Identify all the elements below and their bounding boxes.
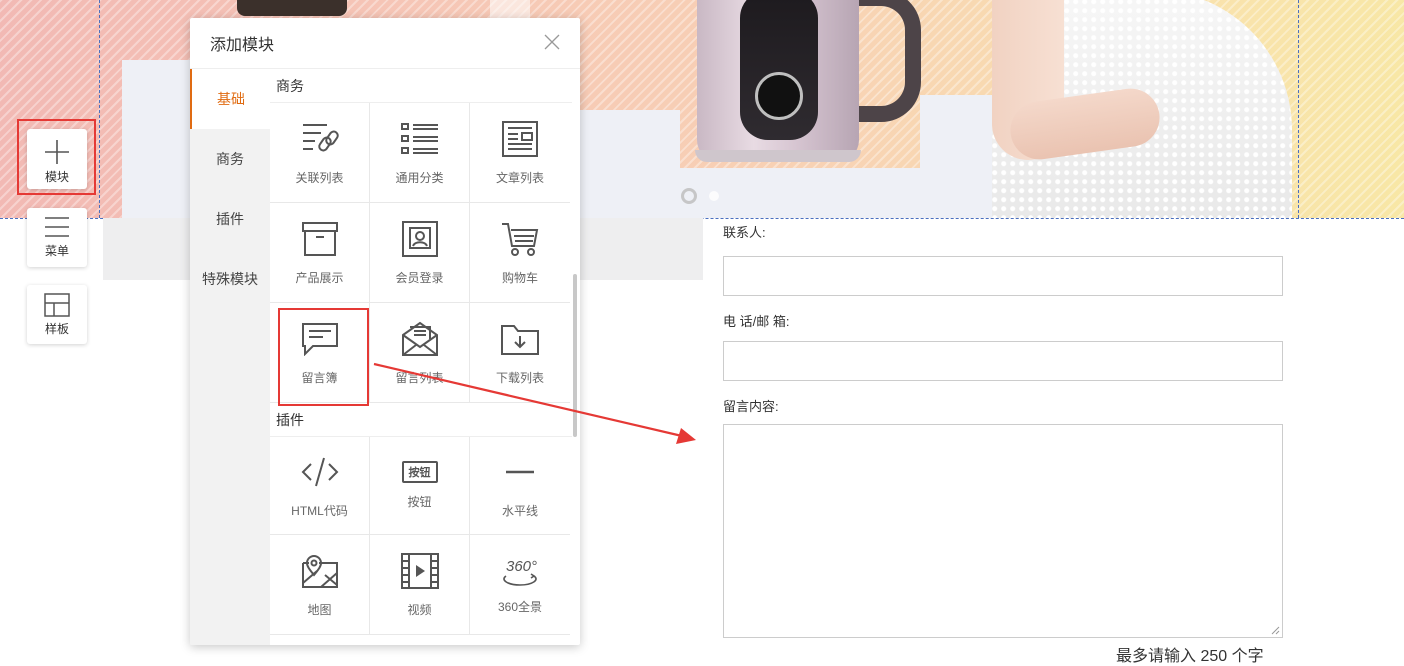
product-box-icon <box>300 219 340 259</box>
module-label: 产品展示 <box>295 271 344 285</box>
template-icon <box>44 293 70 317</box>
module-label: 下载列表 <box>495 371 544 385</box>
module-horizontal-line[interactable]: 水平线 <box>470 437 570 535</box>
tab-special-modules[interactable]: 特殊模块 <box>190 249 270 309</box>
scrollbar[interactable] <box>573 274 577 437</box>
module-label: 按钮 <box>407 495 432 509</box>
horizontal-line-icon <box>500 452 540 492</box>
toolbar-template-button[interactable]: 样板 <box>27 285 87 344</box>
module-member-login[interactable]: 会员登录 <box>370 203 470 303</box>
guide-line <box>1298 0 1299 218</box>
module-html-code[interactable]: HTML代码 <box>270 437 370 535</box>
phone-email-input[interactable] <box>723 341 1283 381</box>
module-label: 视频 <box>407 603 432 617</box>
toolbar-menu-label: 菜单 <box>44 244 69 258</box>
module-linked-list[interactable]: 关联列表 <box>270 103 370 203</box>
category-list-icon <box>400 119 440 159</box>
module-product-display[interactable]: 产品展示 <box>270 203 370 303</box>
module-download-list[interactable]: 下载列表 <box>470 303 570 403</box>
code-icon <box>300 452 340 492</box>
char-limit-hint: 最多请输入 250 个字 <box>1116 648 1264 665</box>
module-label: 水平线 <box>501 504 538 518</box>
video-icon <box>400 551 440 591</box>
module-label: 留言列表 <box>395 371 444 385</box>
menu-lines-icon <box>44 215 70 239</box>
module-shopping-cart[interactable]: 购物车 <box>470 203 570 303</box>
dialog-header: 添加模块 <box>190 18 580 69</box>
module-label: 通用分类 <box>395 171 444 185</box>
toolbar-template-label: 样板 <box>44 322 69 336</box>
module-label: 会员登录 <box>395 271 444 285</box>
module-category-list[interactable]: 通用分类 <box>370 103 470 203</box>
kettle-knob <box>755 72 803 120</box>
highlight-box <box>278 308 369 406</box>
carousel-dot-active[interactable] <box>681 188 697 204</box>
contact-label: 联系人: <box>723 225 766 240</box>
panorama-360-icon: 360° <box>500 554 540 588</box>
carousel-dot[interactable] <box>709 191 719 201</box>
message-textarea[interactable] <box>723 424 1283 638</box>
banner-cup <box>237 0 347 16</box>
map-icon <box>300 551 340 591</box>
linked-list-icon <box>300 119 340 159</box>
member-login-icon <box>400 219 440 259</box>
kettle-base <box>695 150 861 162</box>
close-icon[interactable] <box>542 32 562 52</box>
module-label: 购物车 <box>501 271 538 285</box>
dialog-sidebar: 基础 商务 插件 特殊模块 <box>190 69 270 645</box>
tab-basic[interactable]: 基础 <box>190 69 270 129</box>
contact-input[interactable] <box>723 256 1283 296</box>
module-video[interactable]: 视频 <box>370 535 470 635</box>
toolbar-menu-button[interactable]: 菜单 <box>27 208 87 267</box>
module-map[interactable]: 地图 <box>270 535 370 635</box>
add-module-dialog: 添加模块 基础 商务 插件 特殊模块 商务 关联列表 通用分类 文章列表 产品展… <box>190 18 580 645</box>
shopping-cart-icon <box>500 219 540 259</box>
resize-handle-icon[interactable] <box>1271 626 1280 635</box>
section-title: 商务 <box>270 69 572 103</box>
module-grid: HTML代码 按钮 按钮 水平线 地图 视频 360° 360全景 <box>270 437 572 635</box>
panorama-360-text: 360° <box>506 558 538 575</box>
button-icon: 按钮 <box>401 461 438 483</box>
module-article-list[interactable]: 文章列表 <box>470 103 570 203</box>
guestbook-form: 联系人: 电 话/邮 箱: 留言内容: <box>723 224 1283 638</box>
module-label: 文章列表 <box>495 171 544 185</box>
tab-business[interactable]: 商务 <box>190 129 270 189</box>
download-folder-icon <box>500 319 540 359</box>
message-label: 留言内容: <box>723 399 779 414</box>
module-label: HTML代码 <box>291 504 348 518</box>
highlight-box <box>17 119 96 195</box>
section-title: 插件 <box>270 403 572 437</box>
phone-email-label: 电 话/邮 箱: <box>723 314 790 329</box>
module-360-panorama[interactable]: 360° 360全景 <box>470 535 570 635</box>
module-label: 关联列表 <box>295 171 344 185</box>
article-list-icon <box>500 119 540 159</box>
module-label: 地图 <box>307 603 332 617</box>
dialog-title: 添加模块 <box>210 37 275 54</box>
guide-line <box>99 0 100 218</box>
module-button[interactable]: 按钮 按钮 <box>370 437 470 535</box>
message-list-icon <box>400 319 440 359</box>
module-message-list[interactable]: 留言列表 <box>370 303 470 403</box>
tab-plugins[interactable]: 插件 <box>190 189 270 249</box>
module-label: 360全景 <box>497 600 543 614</box>
carousel-dots <box>681 188 719 204</box>
